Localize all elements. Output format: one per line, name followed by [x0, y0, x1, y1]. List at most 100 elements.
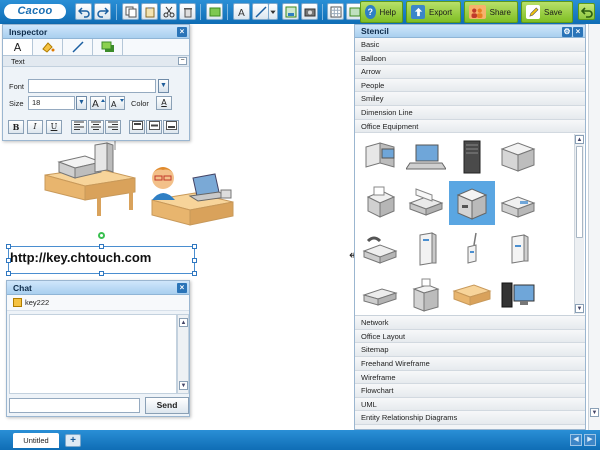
stencil-copier[interactable] — [495, 135, 541, 179]
cut-button[interactable] — [160, 3, 177, 20]
send-button[interactable]: Send — [145, 397, 189, 414]
chevron-left-icon[interactable]: ◀ — [570, 434, 582, 446]
resize-handle[interactable] — [6, 244, 11, 249]
stencil-category[interactable]: Entity Relationship Diagrams — [355, 411, 585, 425]
stencil-category[interactable]: Sitemap — [355, 343, 585, 357]
stencil-title-bar[interactable]: Stencil ⚙ × — [355, 25, 585, 38]
bold-button[interactable]: B — [8, 120, 24, 134]
scroll-up-icon[interactable]: ▲ — [575, 135, 584, 145]
frame-tool-button[interactable] — [282, 3, 299, 20]
stencil-category[interactable]: Office Layout — [355, 329, 585, 344]
align-center-button[interactable] — [88, 120, 104, 134]
increase-font-button[interactable]: A — [90, 96, 106, 110]
stencil-wifi-access-point[interactable] — [449, 227, 495, 271]
stencil-scanner[interactable] — [403, 181, 449, 225]
rectangle-tool-button[interactable] — [206, 3, 223, 20]
help-button[interactable]: ? Help — [360, 1, 403, 23]
image-tool-button[interactable] — [301, 3, 318, 20]
copy-button[interactable] — [122, 3, 139, 20]
stencil-category[interactable]: Balloon — [355, 51, 585, 66]
scroll-down-icon[interactable]: ▼ — [179, 381, 188, 390]
tab-text[interactable]: A — [3, 39, 33, 55]
resize-handle[interactable] — [99, 271, 104, 276]
stencil-multifunction-printer-selected[interactable] — [449, 181, 495, 226]
stencil-category[interactable]: Network — [355, 316, 585, 330]
line-tool-button[interactable] — [252, 3, 269, 20]
scroll-up-icon[interactable]: ▲ — [179, 318, 188, 327]
close-icon[interactable]: × — [177, 27, 187, 37]
stencil-projector[interactable] — [357, 273, 403, 317]
stencil-pc-set[interactable] — [495, 273, 541, 317]
export-button[interactable]: Export — [406, 1, 461, 23]
valign-top-button[interactable] — [129, 120, 145, 134]
add-sheet-button[interactable]: + — [65, 434, 81, 447]
stencil-category-office-equipment[interactable]: Office Equipment — [355, 119, 585, 134]
chevron-right-icon[interactable]: ▶ — [584, 434, 596, 446]
stencil-phone-fax[interactable] — [357, 227, 403, 271]
tab-shadow[interactable] — [93, 39, 123, 55]
stencil-server[interactable] — [449, 135, 495, 179]
align-right-button[interactable] — [105, 120, 121, 134]
canvas-vertical-scrollbar[interactable]: ▼ — [588, 24, 600, 430]
underline-button[interactable]: U — [46, 120, 62, 134]
stencil-category[interactable]: Smiley — [355, 92, 585, 106]
office-scene-illustration[interactable] — [35, 130, 250, 230]
font-select[interactable] — [28, 79, 156, 93]
stencil-router[interactable] — [403, 227, 449, 271]
text-color-button[interactable]: A — [156, 96, 172, 110]
stencil-scrollbar[interactable]: ▲ ▼ — [574, 134, 584, 315]
chat-title-bar[interactable]: Chat × — [7, 281, 189, 295]
resize-handle[interactable] — [192, 258, 197, 263]
valign-middle-button[interactable] — [146, 120, 162, 134]
text-tool-button[interactable]: A — [233, 3, 250, 20]
scroll-down-icon[interactable]: ▼ — [590, 408, 599, 417]
stencil-laptop[interactable] — [403, 135, 449, 179]
rotate-handle[interactable] — [98, 232, 105, 239]
paste-button[interactable] — [141, 3, 158, 20]
stencil-category[interactable]: Dimension Line — [355, 105, 585, 120]
scroll-down-icon[interactable]: ▼ — [575, 304, 584, 314]
tab-fill[interactable] — [33, 39, 63, 55]
inspector-title-bar[interactable]: Inspector × — [3, 25, 189, 39]
stencil-shredder[interactable] — [403, 273, 449, 317]
font-size-input[interactable]: 18 — [28, 96, 75, 110]
share-button[interactable]: Share — [464, 1, 518, 23]
delete-button[interactable] — [179, 3, 196, 20]
stencil-desktop-pc[interactable] — [357, 135, 403, 179]
stencil-category[interactable]: Arrow — [355, 65, 585, 79]
close-icon[interactable]: × — [573, 27, 583, 37]
font-dropdown-button[interactable]: ▼ — [158, 79, 169, 93]
stencil-category[interactable]: UML — [355, 397, 585, 412]
align-left-button[interactable] — [71, 120, 87, 134]
stencil-category[interactable]: Flowchart — [355, 384, 585, 398]
stencil-category[interactable]: Freehand Wireframe — [355, 356, 585, 371]
stencil-external-drive[interactable] — [495, 227, 541, 271]
save-button[interactable]: Save — [521, 1, 573, 23]
stencil-printer[interactable] — [357, 181, 403, 225]
chat-message-input[interactable] — [9, 398, 140, 413]
back-button[interactable] — [578, 3, 595, 20]
sheet-tab-untitled[interactable]: Untitled — [13, 433, 59, 448]
valign-bottom-button[interactable] — [163, 120, 179, 134]
stencil-category[interactable]: Wireframe — [355, 370, 585, 385]
resize-handle[interactable] — [99, 244, 104, 249]
decrease-font-button[interactable]: A — [109, 96, 125, 110]
settings-icon[interactable]: ⚙ — [562, 27, 572, 37]
tab-line[interactable] — [63, 39, 93, 55]
resize-handle[interactable] — [192, 271, 197, 276]
redo-button[interactable] — [94, 3, 111, 20]
italic-button[interactable]: I — [27, 120, 43, 134]
stencil-desk[interactable] — [449, 273, 495, 317]
chat-scrollbar[interactable]: ▲ ▼ — [177, 314, 189, 394]
undo-button[interactable] — [75, 3, 92, 20]
resize-handle[interactable] — [6, 271, 11, 276]
scrollbar-thumb[interactable] — [576, 146, 583, 239]
font-size-dropdown[interactable]: ▼ — [76, 96, 87, 110]
canvas-text-shape[interactable]: http://key.chtouch.com — [10, 250, 151, 265]
stencil-category[interactable]: Basic — [355, 38, 585, 52]
resize-handle[interactable] — [192, 244, 197, 249]
grid-button[interactable] — [327, 3, 344, 20]
line-type-dropdown[interactable] — [268, 3, 278, 20]
collapse-icon[interactable]: − — [178, 57, 187, 65]
stencil-fax[interactable] — [495, 181, 541, 225]
